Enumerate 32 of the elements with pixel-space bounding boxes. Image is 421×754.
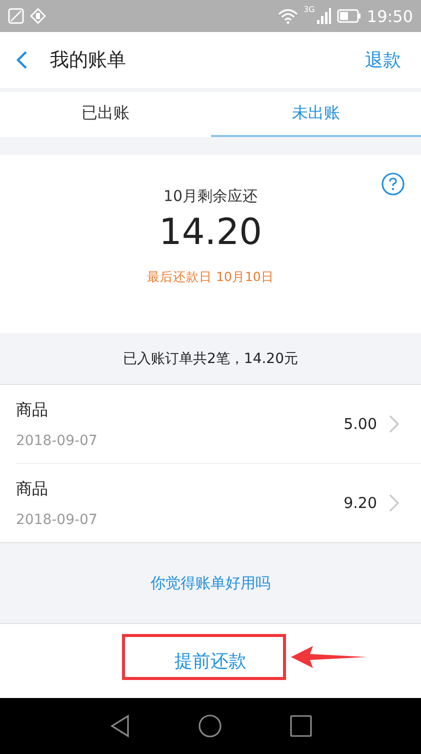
order-amount: 9.20 xyxy=(344,494,377,512)
tab[interactable]: 未出账 xyxy=(210,92,421,137)
feedback-link[interactable]: 你觉得账单好用吗 xyxy=(150,574,270,592)
chevron-icon xyxy=(389,494,399,512)
image-icon xyxy=(8,8,24,24)
battery-icon xyxy=(336,9,361,23)
signal-icon xyxy=(316,8,331,24)
back-nav-icon[interactable] xyxy=(110,714,130,738)
chevron-icon xyxy=(389,415,399,433)
order-amount: 5.00 xyxy=(344,415,377,433)
orders-summary: 已入账订单共2笔，14.20元 xyxy=(123,350,298,368)
tab[interactable]: 已出账 xyxy=(0,92,210,137)
order-date: 2018-09-07 xyxy=(16,512,98,528)
home-nav-icon[interactable] xyxy=(198,714,222,738)
page-title: 我的账单 xyxy=(50,48,126,73)
network-label: 3G xyxy=(304,5,315,14)
order-date: 2018-09-07 xyxy=(16,432,98,448)
status-time: 19:50 xyxy=(366,6,413,26)
order-name: 商品 xyxy=(16,478,49,500)
summary-caption: 10月剩余应还 xyxy=(163,187,258,206)
due-date: 最后还款日 10月10日 xyxy=(147,269,274,286)
shield-icon xyxy=(30,8,46,24)
recents-nav-icon[interactable] xyxy=(290,715,312,737)
order-name: 商品 xyxy=(16,400,49,420)
amount-due: 14.20 xyxy=(158,212,262,253)
order-row[interactable]: 商品 2018-09-07 9.20 xyxy=(16,463,421,542)
refund-link[interactable]: 退款 xyxy=(365,48,401,72)
back-icon[interactable] xyxy=(16,50,28,70)
help-icon[interactable] xyxy=(381,172,405,196)
wifi-icon xyxy=(278,8,298,24)
prepay-button[interactable]: 提前还款 xyxy=(164,641,256,681)
order-row[interactable]: 商品 2018-09-07 5.00 xyxy=(0,385,421,463)
